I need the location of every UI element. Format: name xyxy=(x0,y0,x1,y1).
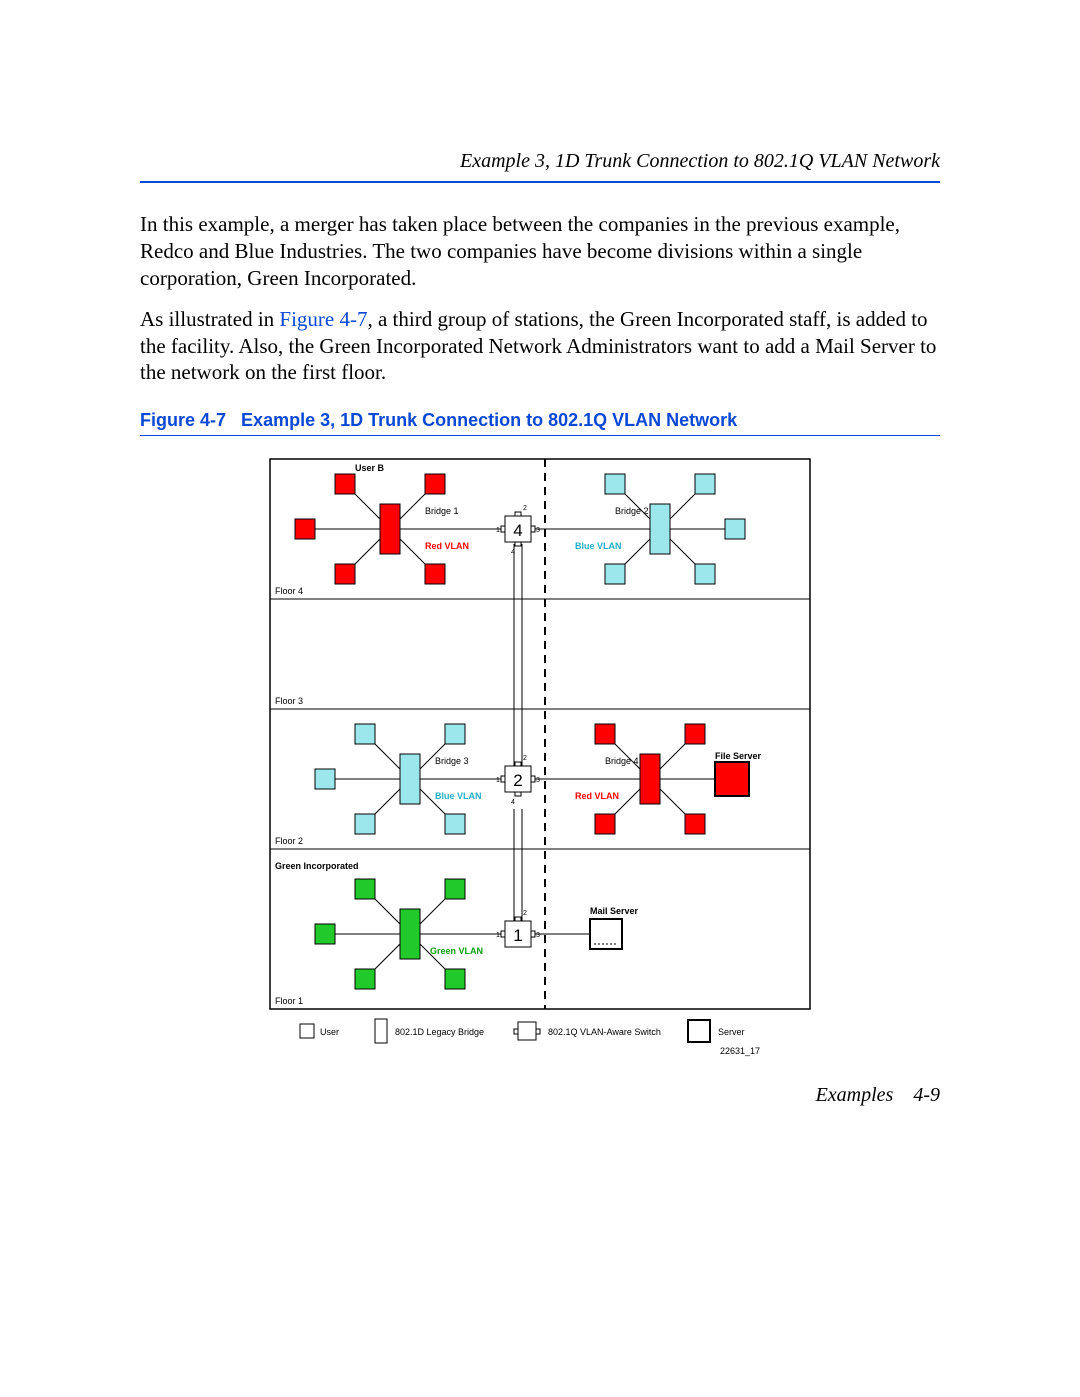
green-vlan-hub-floor1: Green VLAN xyxy=(315,879,505,989)
figure-reference-link[interactable]: Figure 4-7 xyxy=(279,307,367,331)
red-vlan-hub-floor2: Bridge 4 Red VLAN File Server xyxy=(535,724,762,834)
svg-text:2: 2 xyxy=(513,771,522,790)
switch-2: 2 1 2 3 4 xyxy=(496,755,540,806)
floor1-label: Floor 1 xyxy=(275,996,303,1006)
bridge4-label: Bridge 4 xyxy=(605,756,639,766)
blue-vlan-hub-floor2: Bridge 3 Blue VLAN xyxy=(315,724,505,834)
switch-1: 1 1 2 3 xyxy=(496,910,540,947)
bridge2-label: Bridge 2 xyxy=(615,506,649,516)
mail-server-label: Mail Server xyxy=(590,906,639,916)
svg-text:4: 4 xyxy=(511,799,515,806)
switch-4: 4 1 2 3 4 xyxy=(496,505,540,556)
footer-section: Examples xyxy=(816,1084,894,1106)
legend-bridge: 802.1D Legacy Bridge xyxy=(395,1027,484,1037)
mail-server: Mail Server xyxy=(535,906,639,949)
blue-vlan-hub-floor4: Bridge 2 Blue VLAN xyxy=(535,474,745,584)
floor4-label: Floor 4 xyxy=(275,586,303,596)
figure-caption-prefix: Figure 4-7 xyxy=(140,410,226,430)
figure-caption-title: Example 3, 1D Trunk Connection to 802.1Q… xyxy=(241,410,737,430)
blue-vlan-label-f2: Blue VLAN xyxy=(435,791,482,801)
legend-user: User xyxy=(320,1027,339,1037)
bridge1-label: Bridge 1 xyxy=(425,506,459,516)
svg-text:2: 2 xyxy=(523,910,527,917)
bridge3-label: Bridge 3 xyxy=(435,756,469,766)
page: Example 3, 1D Trunk Connection to 802.1Q… xyxy=(0,0,1080,1397)
legend-server: Server xyxy=(718,1027,745,1037)
network-diagram: Floor 4 Floor 3 Floor 2 Floor 1 User B B… xyxy=(260,454,820,1074)
paragraph-1: In this example, a merger has taken plac… xyxy=(140,211,940,292)
header-rule xyxy=(140,181,940,183)
red-vlan-hub-floor4: User B Bridge 1 Red VLAN xyxy=(295,463,505,584)
svg-text:4: 4 xyxy=(513,521,522,540)
svg-text:2: 2 xyxy=(523,505,527,512)
floor3-label: Floor 3 xyxy=(275,696,303,706)
red-vlan-label-f2: Red VLAN xyxy=(575,791,619,801)
paragraph-2a: As illustrated in xyxy=(140,307,279,331)
legend: User 802.1D Legacy Bridge 802.1Q VLAN-Aw… xyxy=(300,1019,760,1056)
svg-text:1: 1 xyxy=(496,777,500,784)
page-footer: Examples 4-9 xyxy=(816,1084,940,1107)
image-id: 22631_17 xyxy=(720,1046,760,1056)
user-b-label: User B xyxy=(355,463,385,473)
svg-text:1: 1 xyxy=(496,932,500,939)
svg-text:2: 2 xyxy=(523,755,527,762)
running-header: Example 3, 1D Trunk Connection to 802.1Q… xyxy=(140,150,940,173)
blue-vlan-label-f4: Blue VLAN xyxy=(575,541,622,551)
figure-rule xyxy=(140,435,940,436)
figure-caption: Figure 4-7 Example 3, 1D Trunk Connectio… xyxy=(140,410,940,431)
green-vlan-label: Green VLAN xyxy=(430,946,483,956)
svg-text:3: 3 xyxy=(536,932,540,939)
footer-page: 4-9 xyxy=(913,1084,940,1106)
svg-text:3: 3 xyxy=(536,777,540,784)
green-inc-label: Green Incorporated xyxy=(275,861,359,871)
red-vlan-label-f4: Red VLAN xyxy=(425,541,469,551)
svg-text:1: 1 xyxy=(496,527,500,534)
legend-switch: 802.1Q VLAN-Aware Switch xyxy=(548,1027,661,1037)
svg-text:4: 4 xyxy=(511,549,515,556)
paragraph-2: As illustrated in Figure 4-7, a third gr… xyxy=(140,306,940,387)
floor2-label: Floor 2 xyxy=(275,836,303,846)
file-server-label: File Server xyxy=(715,751,762,761)
svg-text:3: 3 xyxy=(536,527,540,534)
svg-text:1: 1 xyxy=(513,926,522,945)
